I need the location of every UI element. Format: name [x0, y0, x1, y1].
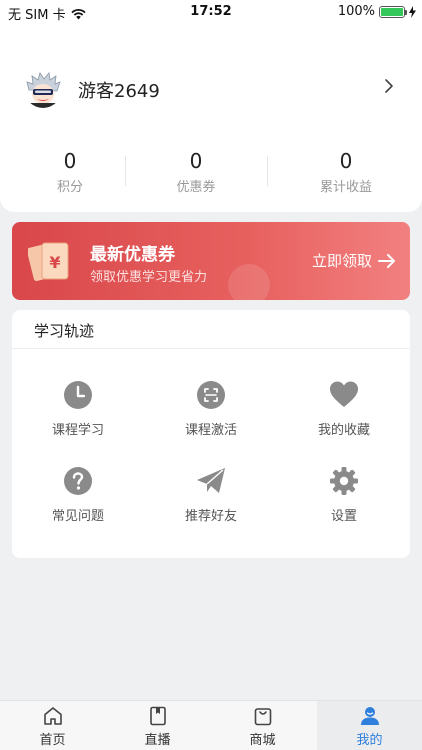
course-activate-label: 课程激活	[184, 423, 237, 438]
stat-coupons-label: 优惠券	[176, 180, 216, 195]
avatar-illustration	[24, 70, 62, 108]
arrow-right-icon	[378, 253, 395, 268]
heart-icon	[330, 381, 358, 407]
stat-earnings[interactable]: 0 累计收益	[276, 150, 416, 195]
claim-now-label: 立即领取	[311, 252, 372, 270]
refer-friends-label: 推荐好友	[184, 509, 237, 524]
user-icon	[360, 707, 379, 725]
stat-earnings-value: 0	[339, 149, 353, 173]
username[interactable]: 游客2649	[78, 77, 160, 103]
course-activate-item[interactable]: 课程激活	[145, 380, 277, 440]
clock-icon	[64, 381, 92, 409]
tab-mine-label: 我的	[356, 733, 383, 748]
profile-card: 游客2649 0 积分 0 优惠券 0 累计收益	[0, 24, 422, 212]
tab-mall-label: 商城	[249, 733, 276, 748]
claim-now-button[interactable]: 立即领取	[312, 250, 396, 271]
svg-text:¥: ¥	[49, 253, 60, 272]
send-icon	[197, 468, 225, 493]
shopping-bag-icon	[254, 708, 271, 726]
tab-mine[interactable]: 我的	[317, 701, 422, 750]
status-bar: 无 SIM 卡 17:52 100%	[0, 0, 422, 24]
tab-home[interactable]: 首页	[0, 701, 105, 750]
battery-icon	[379, 5, 407, 18]
settings-item[interactable]: 设置	[278, 466, 410, 526]
coupon-subtitle: 领取优惠学习更省力	[90, 270, 208, 285]
stat-coupons-value: 0	[189, 149, 203, 173]
stat-points[interactable]: 0 积分	[0, 150, 140, 195]
tab-live[interactable]: 直播	[105, 701, 210, 750]
question-icon	[64, 467, 92, 495]
faq-label: 常见问题	[51, 509, 104, 524]
stat-divider	[267, 156, 268, 186]
course-study-item[interactable]: 课程学习	[12, 380, 144, 440]
battery-fill	[381, 7, 403, 16]
faq-item[interactable]: 常见问题	[12, 466, 144, 526]
decorative-bubble	[228, 264, 270, 300]
coupon-banner[interactable]: ¥ 最新优惠券 领取优惠学习更省力 立即领取	[12, 222, 410, 300]
home-icon	[43, 707, 62, 725]
learning-tracks-title: 学习轨迹	[34, 322, 95, 340]
settings-label: 设置	[330, 509, 357, 524]
my-favorites-label: 我的收藏	[317, 423, 370, 438]
divider	[12, 348, 410, 349]
gear-icon	[330, 467, 358, 495]
tab-live-label: 直播	[144, 733, 171, 748]
scan-icon	[197, 381, 225, 409]
avatar[interactable]	[24, 70, 62, 108]
learning-tracks-card: 学习轨迹 课程学习 课程激活 我的收藏 常见问题 推荐好友 设置	[12, 310, 410, 558]
chevron-right-icon[interactable]	[382, 78, 396, 94]
tab-mall[interactable]: 商城	[210, 701, 315, 750]
book-icon	[149, 706, 166, 726]
coupon-title: 最新优惠券	[90, 245, 175, 265]
battery-percent: 100%	[337, 4, 375, 19]
stats-row: 0 积分 0 优惠券 0 累计收益	[0, 150, 422, 195]
stat-earnings-label: 累计收益	[319, 180, 372, 195]
tab-bar: 首页 直播 商城 我的	[0, 700, 422, 750]
my-favorites-item[interactable]: 我的收藏	[278, 380, 410, 440]
tab-home-label: 首页	[39, 733, 66, 748]
refer-friends-item[interactable]: 推荐好友	[145, 466, 277, 526]
stat-points-value: 0	[63, 149, 77, 173]
stat-coupons[interactable]: 0 优惠券	[126, 150, 266, 195]
status-right: 100%	[338, 4, 416, 19]
stat-points-label: 积分	[56, 180, 83, 195]
course-study-label: 课程学习	[51, 423, 104, 438]
charging-bolt-icon	[409, 5, 416, 18]
coupon-icon: ¥	[28, 242, 69, 282]
